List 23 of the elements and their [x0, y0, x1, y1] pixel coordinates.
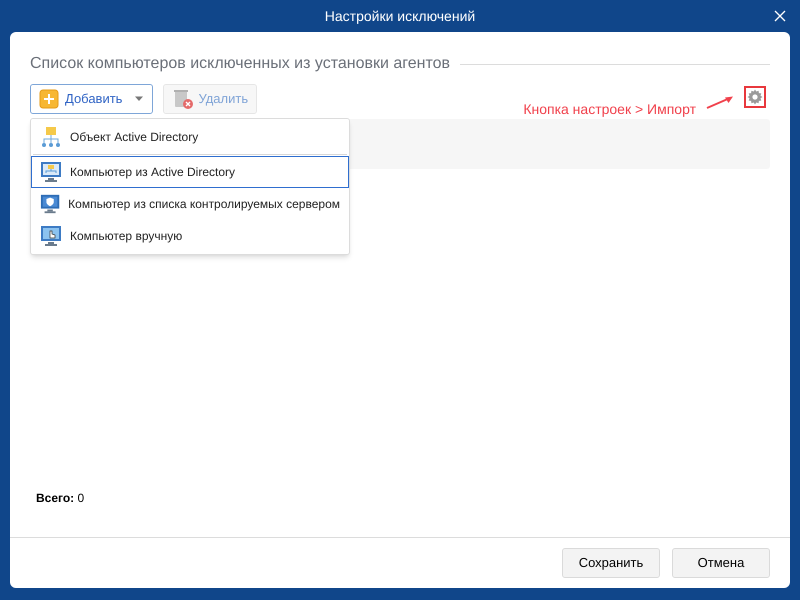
- menu-item[interactable]: Компьютер из списка контролируемых сервером: [31, 188, 349, 220]
- settings-button[interactable]: [744, 86, 766, 108]
- annotation-text: Кнопка настроек > Импорт: [523, 100, 696, 119]
- settings-icon: [747, 89, 763, 105]
- monitor-hand-icon: [40, 225, 62, 247]
- add-button[interactable]: Добавить: [30, 84, 154, 114]
- leader-line: [706, 95, 734, 109]
- monitor-tree-icon: [40, 161, 62, 183]
- trash-icon: [172, 88, 194, 110]
- menu-item[interactable]: Компьютер из Active Directory: [31, 156, 349, 188]
- close-icon: [774, 10, 786, 22]
- total-count: Всего: 0: [36, 490, 86, 507]
- cancel-button[interactable]: Отмена: [672, 548, 770, 578]
- save-button[interactable]: Сохранить: [562, 548, 660, 578]
- caret-icon: [134, 96, 144, 102]
- menu-item[interactable]: Компьютер вручную: [31, 220, 349, 252]
- plus-icon: [39, 89, 59, 109]
- close-button[interactable]: [772, 8, 788, 24]
- section-title: Список компьютеров исключенных из установки агентов: [30, 54, 450, 74]
- monitor-shield-icon: [40, 193, 60, 215]
- folder-tree-icon: [40, 126, 62, 148]
- window-title: Настройки исключений: [324, 6, 476, 26]
- menu-item[interactable]: Объект Active Directory: [31, 121, 349, 153]
